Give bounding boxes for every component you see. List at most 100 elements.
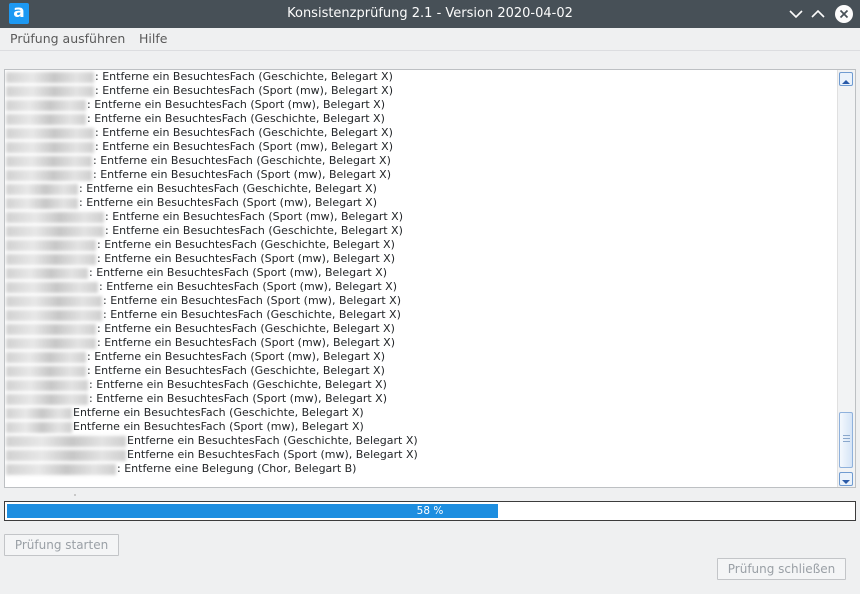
redacted-name — [6, 141, 94, 153]
title-bar: a Konsistenzprüfung 2.1 - Version 2020-0… — [0, 0, 860, 28]
log-line-text: : Entferne ein BesuchtesFach (Geschichte… — [95, 70, 393, 83]
log-line: : Entferne ein BesuchtesFach (Geschichte… — [6, 182, 837, 196]
progress-bar: 58 % — [4, 501, 856, 521]
maximize-button[interactable] — [808, 4, 828, 24]
minimize-button[interactable] — [786, 4, 806, 24]
redacted-name — [6, 127, 94, 139]
log-line-text: : Entferne ein BesuchtesFach (Sport (mw)… — [97, 252, 395, 265]
arrow-up-icon — [842, 80, 850, 84]
log-line-text: : Entferne ein BesuchtesFach (Geschichte… — [89, 378, 387, 391]
log-line: : Entferne ein BesuchtesFach (Sport (mw)… — [6, 140, 837, 154]
redacted-name — [6, 295, 102, 307]
menu-hilfe[interactable]: Hilfe — [139, 31, 167, 46]
log-line-text: Entferne ein BesuchtesFach (Geschichte, … — [127, 434, 418, 447]
divider-dot — [74, 494, 76, 496]
log-line-text: : Entferne ein BesuchtesFach (Sport (mw)… — [99, 280, 397, 293]
log-line: : Entferne ein BesuchtesFach (Sport (mw)… — [6, 168, 837, 182]
log-line-text: : Entferne ein BesuchtesFach (Sport (mw)… — [93, 168, 391, 181]
log-line-text: Entferne ein BesuchtesFach (Geschichte, … — [73, 406, 364, 419]
redacted-name — [6, 449, 126, 461]
log-line: : Entferne ein BesuchtesFach (Sport (mw)… — [6, 252, 837, 266]
redacted-name — [6, 183, 78, 195]
redacted-name — [6, 197, 78, 209]
log-line: : Entferne ein BesuchtesFach (Sport (mw)… — [6, 210, 837, 224]
log-line-text: : Entferne ein BesuchtesFach (Geschichte… — [87, 364, 385, 377]
log-line-text: : Entferne ein BesuchtesFach (Sport (mw)… — [79, 196, 377, 209]
redacted-name — [6, 99, 86, 111]
chevron-down-icon — [786, 4, 806, 24]
log-line: : Entferne eine Belegung (Chor, Belegart… — [6, 462, 837, 476]
log-line-text: Entferne ein BesuchtesFach (Sport (mw), … — [73, 420, 364, 433]
redacted-name — [6, 71, 94, 83]
log-line-text: : Entferne ein BesuchtesFach (Geschichte… — [97, 322, 395, 335]
log-line: : Entferne ein BesuchtesFach (Sport (mw)… — [6, 266, 837, 280]
log-line-text: : Entferne ein BesuchtesFach (Geschichte… — [97, 238, 395, 251]
scroll-thumb[interactable] — [839, 412, 853, 468]
log-line-text: : Entferne ein BesuchtesFach (Sport (mw)… — [103, 294, 401, 307]
log-line-text: : Entferne ein BesuchtesFach (Sport (mw)… — [95, 84, 393, 97]
log-output-area[interactable]: : Entferne ein BesuchtesFach (Geschichte… — [4, 69, 856, 488]
log-line-text: : Entferne ein BesuchtesFach (Geschichte… — [79, 182, 377, 195]
redacted-name — [6, 407, 72, 419]
log-line-text: : Entferne ein BesuchtesFach (Sport (mw)… — [89, 392, 387, 405]
log-line: : Entferne ein BesuchtesFach (Geschichte… — [6, 112, 837, 126]
redacted-name — [6, 337, 96, 349]
log-line: : Entferne ein BesuchtesFach (Geschichte… — [6, 238, 837, 252]
close-check-button[interactable]: Prüfung schließen — [717, 558, 846, 580]
scroll-up-button[interactable] — [839, 72, 853, 86]
log-line: : Entferne ein BesuchtesFach (Geschichte… — [6, 126, 837, 140]
log-line: : Entferne ein BesuchtesFach (Geschichte… — [6, 154, 837, 168]
log-line-text: : Entferne ein BesuchtesFach (Geschichte… — [105, 224, 403, 237]
log-line: : Entferne ein BesuchtesFach (Sport (mw)… — [6, 280, 837, 294]
log-line-text: : Entferne ein BesuchtesFach (Sport (mw)… — [87, 98, 385, 111]
redacted-name — [6, 379, 88, 391]
log-line: : Entferne ein BesuchtesFach (Geschichte… — [6, 364, 837, 378]
redacted-name — [6, 239, 96, 251]
redacted-name — [6, 463, 116, 475]
progress-label: 58 % — [416, 505, 444, 517]
redacted-name — [6, 421, 72, 433]
log-line-text: : Entferne ein BesuchtesFach (Sport (mw)… — [87, 350, 385, 363]
log-line: : Entferne ein BesuchtesFach (Sport (mw)… — [6, 336, 837, 350]
redacted-name — [6, 85, 94, 97]
redacted-name — [6, 351, 86, 363]
log-line: : Entferne ein BesuchtesFach (Sport (mw)… — [6, 350, 837, 364]
log-line: : Entferne ein BesuchtesFach (Geschichte… — [6, 378, 837, 392]
log-line: Entferne ein BesuchtesFach (Sport (mw), … — [6, 420, 837, 434]
scroll-down-button[interactable] — [839, 472, 853, 486]
window-title: Konsistenzprüfung 2.1 - Version 2020-04-… — [287, 6, 573, 21]
redacted-name — [6, 113, 86, 125]
redacted-name — [6, 155, 92, 167]
start-check-button[interactable]: Prüfung starten — [4, 534, 119, 556]
menu-bar: Prüfung ausführen Hilfe — [0, 28, 860, 51]
redacted-name — [6, 281, 98, 293]
menu-pruefung-ausfuehren[interactable]: Prüfung ausführen — [10, 31, 125, 46]
close-icon — [834, 4, 854, 24]
log-line: : Entferne ein BesuchtesFach (Sport (mw)… — [6, 294, 837, 308]
redacted-name — [6, 393, 88, 405]
log-line-text: : Entferne ein BesuchtesFach (Geschichte… — [95, 126, 393, 139]
log-lines: : Entferne ein BesuchtesFach (Geschichte… — [6, 70, 837, 476]
redacted-name — [6, 225, 104, 237]
arrow-down-icon — [842, 480, 850, 484]
redacted-name — [6, 267, 88, 279]
log-line: : Entferne ein BesuchtesFach (Sport (mw)… — [6, 196, 837, 210]
log-line: Entferne ein BesuchtesFach (Sport (mw), … — [6, 448, 837, 462]
vertical-scrollbar[interactable] — [837, 70, 855, 487]
log-line: : Entferne ein BesuchtesFach (Geschichte… — [6, 322, 837, 336]
redacted-name — [6, 169, 92, 181]
log-line: : Entferne ein BesuchtesFach (Geschichte… — [6, 308, 837, 322]
log-line-text: : Entferne ein BesuchtesFach (Sport (mw)… — [95, 140, 393, 153]
close-window-button[interactable] — [834, 4, 854, 24]
redacted-name — [6, 323, 96, 335]
log-line-text: : Entferne eine Belegung (Chor, Belegart… — [117, 462, 357, 475]
redacted-name — [6, 253, 96, 265]
redacted-name — [6, 365, 86, 377]
log-line-text: : Entferne ein BesuchtesFach (Geschichte… — [93, 154, 391, 167]
log-line-text: : Entferne ein BesuchtesFach (Sport (mw)… — [105, 210, 403, 223]
log-line: : Entferne ein BesuchtesFach (Sport (mw)… — [6, 84, 837, 98]
redacted-name — [6, 309, 102, 321]
log-line-text: : Entferne ein BesuchtesFach (Geschichte… — [87, 112, 385, 125]
log-line: Entferne ein BesuchtesFach (Geschichte, … — [6, 406, 837, 420]
log-line: : Entferne ein BesuchtesFach (Geschichte… — [6, 224, 837, 238]
